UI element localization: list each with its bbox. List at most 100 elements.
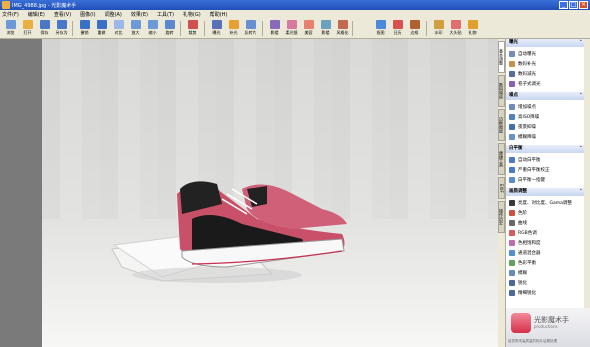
panel-item[interactable]: 色相饱和度 xyxy=(509,238,541,247)
menu-adjust[interactable]: 调整(A) xyxy=(105,11,122,18)
promo-footer: 给您带来高质量的相片后期处理 xyxy=(508,339,557,343)
minimize-button[interactable]: _ xyxy=(559,1,568,9)
collapse-chevron-icon[interactable]: ˄ xyxy=(580,188,583,196)
toolbar-label: 放大 xyxy=(131,30,140,35)
tab-frames-layers[interactable]: 边框图层 xyxy=(498,109,505,141)
toolbar-label: 缩小 xyxy=(148,30,157,35)
panel-item[interactable]: 锐化 xyxy=(509,278,527,287)
toolbar-label: 重做 xyxy=(97,30,106,35)
adjust-tool-icon xyxy=(509,269,515,276)
toolbar-save-button[interactable]: 保存 xyxy=(36,20,53,36)
menu-view[interactable]: 查看(V) xyxy=(54,11,71,18)
panel-section-header[interactable]: 噪点 ˄ xyxy=(506,92,584,100)
toolbar-redo-button[interactable]: 重做 xyxy=(93,20,110,36)
panel-item[interactable]: 自动曝光 xyxy=(509,49,536,58)
main-toolbar: 浏览 打开 保存 另存为 撤销 重做 对比 放大 缩小 旋转 裁剪 曝光 补光 反转片 影楼 柔光镜 美容 影楼 风… xyxy=(0,19,590,39)
toolbar-studio-button[interactable]: 影楼 xyxy=(266,20,283,36)
app-logo-icon xyxy=(511,313,531,333)
toolbar-label: 礼物 xyxy=(468,30,477,35)
photo-sticker-icon xyxy=(450,20,461,29)
toolbar-gift-button[interactable]: 礼物 xyxy=(464,20,481,36)
close-button[interactable]: × xyxy=(579,1,588,9)
panel-item[interactable]: 白平衡一指键 xyxy=(509,175,545,184)
section-title: 画质调整 xyxy=(509,189,527,194)
panel-item[interactable]: RGB色调 xyxy=(509,228,537,237)
tab-basic-adjust[interactable]: 基本调整 xyxy=(498,41,505,73)
collapse-chevron-icon[interactable]: ˄ xyxy=(580,39,583,47)
panel-item[interactable]: 卷子式调光 xyxy=(509,79,541,88)
panel-item[interactable]: 模糊 xyxy=(509,268,527,277)
adjust-tool-icon xyxy=(509,50,515,57)
collapse-chevron-icon[interactable]: ˄ xyxy=(580,92,583,100)
panel-item[interactable]: 曲线 xyxy=(509,218,527,227)
panel-item[interactable]: 精细锐化 xyxy=(509,288,536,297)
tab-exif[interactable]: EXIF xyxy=(498,177,505,199)
photo-preview[interactable] xyxy=(42,39,498,347)
panel-section-header[interactable]: 白平衡 ˄ xyxy=(506,145,584,153)
panel-item-label: 卷子式调光 xyxy=(518,81,541,87)
panel-item[interactable]: 自动白平衡 xyxy=(509,155,541,164)
panel-item[interactable]: 高ISO降噪 xyxy=(509,112,539,121)
panel-item[interactable]: 夜景抑噪 xyxy=(509,122,536,131)
image-canvas[interactable] xyxy=(0,39,498,347)
toolbar-frame-button[interactable]: 边框 xyxy=(406,20,423,36)
panel-item[interactable]: 增加噪点 xyxy=(509,102,536,111)
toolbar-beauty-button[interactable]: 美容 xyxy=(300,20,317,36)
toolbar-compare-button[interactable]: 对比 xyxy=(110,20,127,36)
toolbar-photo-sticker-button[interactable]: 大头贴 xyxy=(447,20,464,36)
toolbar-studio-2-button[interactable]: 影楼 xyxy=(317,20,334,36)
panel-item[interactable]: 色彩平衡 xyxy=(509,258,536,267)
toolbar-zoom-in-button[interactable]: 放大 xyxy=(127,20,144,36)
panel-item[interactable]: 色阶 xyxy=(509,208,527,217)
panel-item-label: 模糊降噪 xyxy=(518,134,536,140)
adjust-tool-icon xyxy=(509,156,515,163)
menu-effects[interactable]: 效果(E) xyxy=(131,11,148,18)
collapse-chevron-icon[interactable]: ˄ xyxy=(580,145,583,153)
toolbar-crop-button[interactable]: 裁剪 xyxy=(184,20,201,36)
panel-section-header[interactable]: 画质调整 ˄ xyxy=(506,188,584,196)
toolbar-cutout-button[interactable]: 抠图 xyxy=(372,20,389,36)
toolbar-fill-light-button[interactable]: 补光 xyxy=(225,20,242,36)
toolbar-browse-button[interactable]: 浏览 xyxy=(2,20,19,36)
promo-banner[interactable]: 光影魔术手 productions 给您带来高质量的相片后期处理 xyxy=(506,308,590,347)
toolbar-open-button[interactable]: 打开 xyxy=(19,20,36,36)
toolbar-exposure-button[interactable]: 曝光 xyxy=(208,20,225,36)
toolbar-reversal-film-button[interactable]: 反转片 xyxy=(242,20,259,36)
panel-item[interactable]: 模糊降噪 xyxy=(509,132,536,141)
panel-scrollbar[interactable] xyxy=(584,39,590,347)
panel-item[interactable]: 亮度、对比度、Gama调整 xyxy=(509,198,572,207)
panel-section-header[interactable]: 曝光 ˄ xyxy=(506,39,584,47)
tab-quick-tools[interactable]: 便捷工具 xyxy=(498,143,505,175)
toolbar-rotate-button[interactable]: 旋转 xyxy=(161,20,178,36)
maximize-button[interactable]: □ xyxy=(569,1,578,9)
toolbar-watermark-button[interactable]: 水印 xyxy=(430,20,447,36)
panel-item-label: 夜景抑噪 xyxy=(518,124,536,130)
menu-tools[interactable]: 工具(T) xyxy=(157,11,174,18)
menu-file[interactable]: 文件(F) xyxy=(2,11,19,18)
toolbar-soft-light-button[interactable]: 柔光镜 xyxy=(283,20,300,36)
tab-history[interactable]: 操作历史 xyxy=(498,201,505,233)
menu-help[interactable]: 帮助(H) xyxy=(210,11,228,18)
toolbar-stylize-button[interactable]: 风格化 xyxy=(334,20,351,36)
adjust-tool-icon xyxy=(509,199,515,206)
toolbar-undo-button[interactable]: 撤销 xyxy=(76,20,93,36)
tab-darkroom[interactable]: 数码暗房 xyxy=(498,75,505,107)
panel-item[interactable]: 数码减光 xyxy=(509,69,536,78)
zoom-in-icon xyxy=(130,20,141,29)
reversal-film-icon xyxy=(245,20,256,29)
toolbar-calendar-button[interactable]: 日历 xyxy=(389,20,406,36)
panel-item[interactable]: 严重白平衡校正 xyxy=(509,165,550,174)
panel-item[interactable]: 数码补光 xyxy=(509,59,536,68)
menu-edit[interactable]: 编辑(E) xyxy=(28,11,45,18)
toolbar-zoom-out-button[interactable]: 缩小 xyxy=(144,20,161,36)
promo-subtitle: productions xyxy=(534,324,558,329)
panel-item-label: 自动白平衡 xyxy=(518,157,541,163)
redo-icon xyxy=(96,20,107,29)
menu-image[interactable]: 图像(I) xyxy=(80,11,95,18)
fill-light-icon xyxy=(228,20,239,29)
toolbar-label: 旋转 xyxy=(165,30,174,35)
panel-item[interactable]: 通道混合器 xyxy=(509,248,541,257)
menu-gifts[interactable]: 礼物(G) xyxy=(183,11,201,18)
toolbar-save-as-button[interactable]: 另存为 xyxy=(53,20,70,36)
frame-icon xyxy=(409,20,420,29)
